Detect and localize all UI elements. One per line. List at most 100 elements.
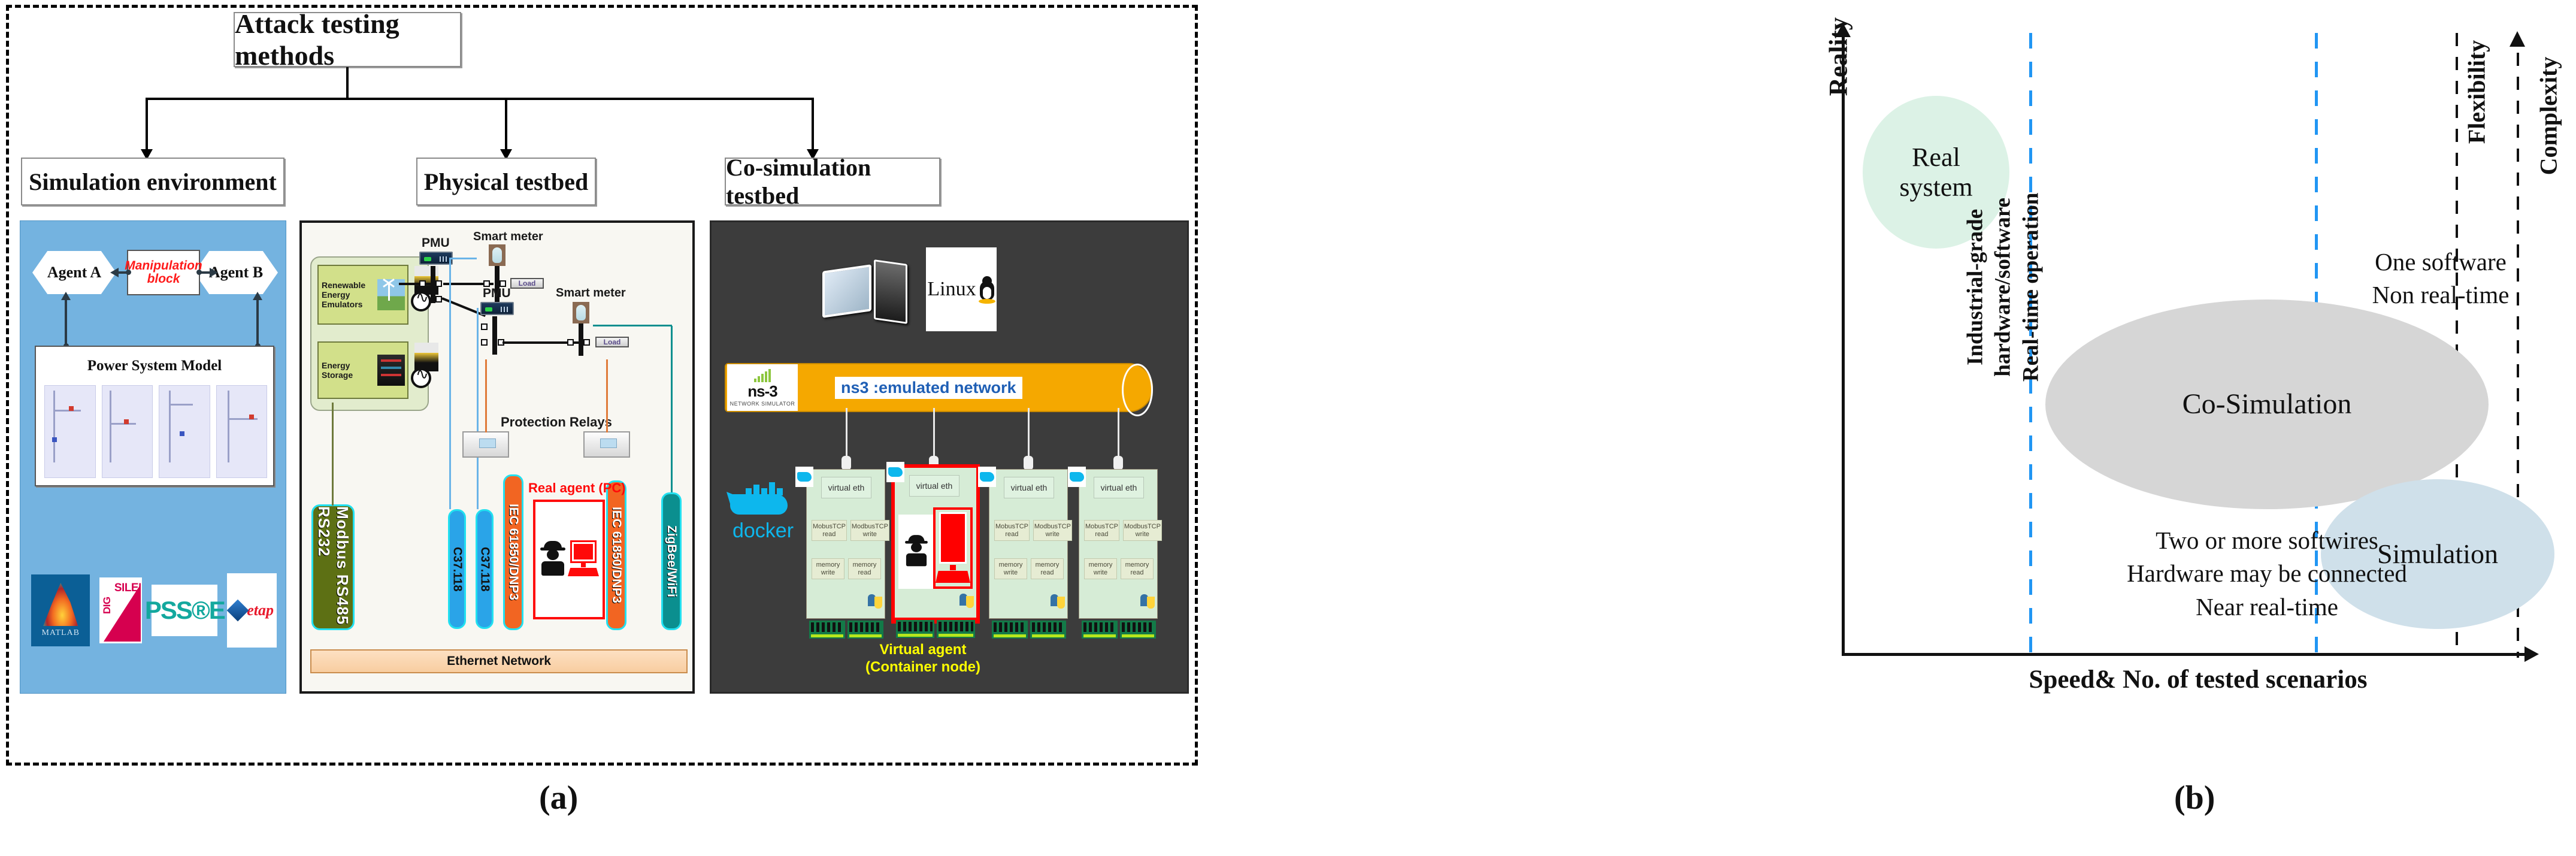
- manipulation-block: Manipulation block: [125, 250, 202, 295]
- virtual-agent-label-line1: Virtual agent: [879, 642, 967, 658]
- tux-penguin-icon: [978, 276, 995, 304]
- pmu-device-2: [480, 302, 514, 315]
- x-axis-label: Speed& No. of tested scenarios: [2029, 666, 2368, 694]
- python-logo-icon: [959, 594, 974, 608]
- modbus-write-box: ModbusTCP write: [1033, 520, 1072, 542]
- junction-dot: [126, 270, 131, 275]
- x-axis-line: [1842, 653, 2527, 656]
- workstation-icon: [822, 257, 912, 329]
- docker-small-icon: [795, 467, 813, 487]
- battery-cabinet-photo: [377, 355, 405, 386]
- caption-b: (b): [2174, 779, 2215, 816]
- bus-bar-3: [492, 316, 497, 355]
- node-plug-icon: [841, 456, 851, 470]
- branch-box-cosimulation-testbed: Co-simulation testbed: [725, 154, 940, 209]
- measurement-signal-line: [449, 258, 477, 259]
- memory-read-box: memory read: [848, 558, 881, 580]
- node-cable: [1028, 408, 1030, 459]
- matlab-logo: MATLAB: [31, 574, 90, 646]
- ns3-emulated-network-pipe: ns-3 NETWORK SIMULATOR ns3 :emulated net…: [725, 363, 1153, 416]
- zigbee-signal-line: [671, 326, 673, 494]
- matlab-logo-text: MATLAB: [41, 628, 80, 637]
- power-system-model-box: Power System Model: [35, 346, 274, 486]
- panel-b-tradeoff-chart: Reality Speed& No. of tested scenarios F…: [1671, 6, 2569, 767]
- bubble-co-simulation: Co-Simulation: [2045, 300, 2489, 509]
- flowchart-title-box: Attack testing methods: [234, 8, 461, 71]
- psse-logo: PSS®E: [145, 585, 226, 636]
- physical-testbed-panel: Renewable Energy Emulators Energy Storage: [299, 220, 695, 694]
- arrow-right-icon: [210, 268, 218, 277]
- power-system-model-title: Power System Model: [87, 358, 222, 374]
- pmu-label-2: PMU: [483, 286, 511, 300]
- computer-icon: [568, 540, 599, 579]
- pmu-device-1: [419, 252, 453, 265]
- virtual-agent-label-line2: (Container node): [865, 658, 980, 675]
- smart-meter-device-2: [573, 302, 589, 323]
- protection-relays-label: Protection Relays: [501, 415, 612, 429]
- breaker-icon: [481, 339, 488, 346]
- ram-module-icon: [896, 620, 975, 638]
- energy-resources-group: Renewable Energy Emulators Energy Storage: [310, 256, 438, 411]
- ram-module-icon: [1082, 621, 1156, 639]
- hacker-icon: [904, 535, 928, 568]
- cosimulation-testbed-panel: Linux ns-3 NETWORK SIMULATOR ns3 :emulat…: [710, 220, 1189, 694]
- modbus-write-box: ModbusTCP write: [850, 520, 889, 542]
- left-region-note: Industrial-grade hardware/software Real-ti…: [1963, 192, 2044, 382]
- modbus-write-box: ModbusTCP write: [1122, 520, 1162, 542]
- container-node: virtual eth MobusTCP read ModbusTCP writ…: [806, 469, 889, 639]
- bus-bar-1: [431, 266, 435, 303]
- simulation-software-logos: MATLAB DIG SILENT PSS®E etap: [31, 562, 277, 658]
- docker-logo: docker: [721, 480, 805, 564]
- bus-bar-4: [579, 323, 583, 356]
- docker-whale-icon: [727, 480, 796, 518]
- smart-meter-label-1: Smart meter: [473, 230, 543, 243]
- docker-small-icon: [1068, 467, 1086, 487]
- memory-write-box: memory write: [994, 558, 1027, 580]
- modbus-uplink-line: [332, 403, 334, 506]
- virtual-eth-box: virtual eth: [1094, 477, 1144, 498]
- y-axis-label: Reality: [1824, 17, 1853, 96]
- breaker-icon: [481, 323, 488, 330]
- smart-meter-device-1: [489, 244, 505, 266]
- container-node-attacker: virtual eth: [891, 464, 980, 638]
- python-logo-icon: [868, 594, 882, 609]
- panel-a-attack-testing-methods: Attack testing methods Simulation enviro…: [6, 5, 1198, 766]
- memory-read-box: memory read: [1031, 558, 1064, 580]
- agent-a-node: Agent A: [32, 251, 116, 294]
- load-box-1: Load: [510, 278, 544, 289]
- modbus-read-box: MobusTCP read: [994, 520, 1030, 542]
- branch-box-physical-testbed: Physical testbed: [416, 158, 596, 205]
- arrow-up-icon: [61, 292, 71, 300]
- arrow-up-icon: [253, 292, 262, 300]
- right-region-note: One software Non real-time: [2372, 248, 2510, 309]
- attacker-hacker-panel: [898, 515, 934, 589]
- etap-diamond-icon: [226, 599, 249, 622]
- psm-cell: [44, 385, 96, 478]
- docker-small-icon: [978, 467, 996, 487]
- connector-drop-2: [505, 98, 507, 155]
- ns3-network-label: ns3 :emulated network: [835, 376, 1022, 399]
- linux-logo: Linux: [926, 247, 997, 331]
- container-node: virtual eth MobusTCP read ModbusTCP writ…: [1079, 469, 1162, 639]
- node-plug-icon: [1113, 456, 1123, 470]
- digsilent-logo: DIG SILENT: [99, 577, 143, 643]
- protocol-iec61850-dnp3-b: IEC 61850/DNP3: [606, 480, 626, 630]
- tower-icon: [874, 259, 907, 324]
- psm-cell: [216, 385, 267, 478]
- connector-drop-3: [812, 98, 814, 155]
- protection-relay-device-2: [583, 431, 630, 458]
- breaker-icon: [567, 339, 574, 346]
- python-logo-icon: [1140, 594, 1155, 609]
- container-node: virtual eth MobusTCP read ModbusTCP writ…: [989, 469, 1072, 639]
- etap-logo: etap: [226, 573, 277, 648]
- docker-logo-text: docker: [732, 519, 794, 542]
- x-axis-arrow-icon: [2524, 646, 2539, 662]
- protocol-modbus-rs485-rs232: Modbus RS485 RS232: [311, 504, 355, 630]
- manipulation-label-line2: block: [147, 272, 180, 286]
- relay-trip-line: [485, 359, 487, 432]
- ethernet-network-bar: Ethernet Network: [310, 649, 688, 673]
- memory-write-box: memory write: [1084, 558, 1117, 580]
- connector-vertical-main: [346, 67, 349, 99]
- simulation-environment-panel: Agent A Agent B Manipulation block Power…: [20, 220, 286, 694]
- ram-module-icon: [809, 621, 883, 639]
